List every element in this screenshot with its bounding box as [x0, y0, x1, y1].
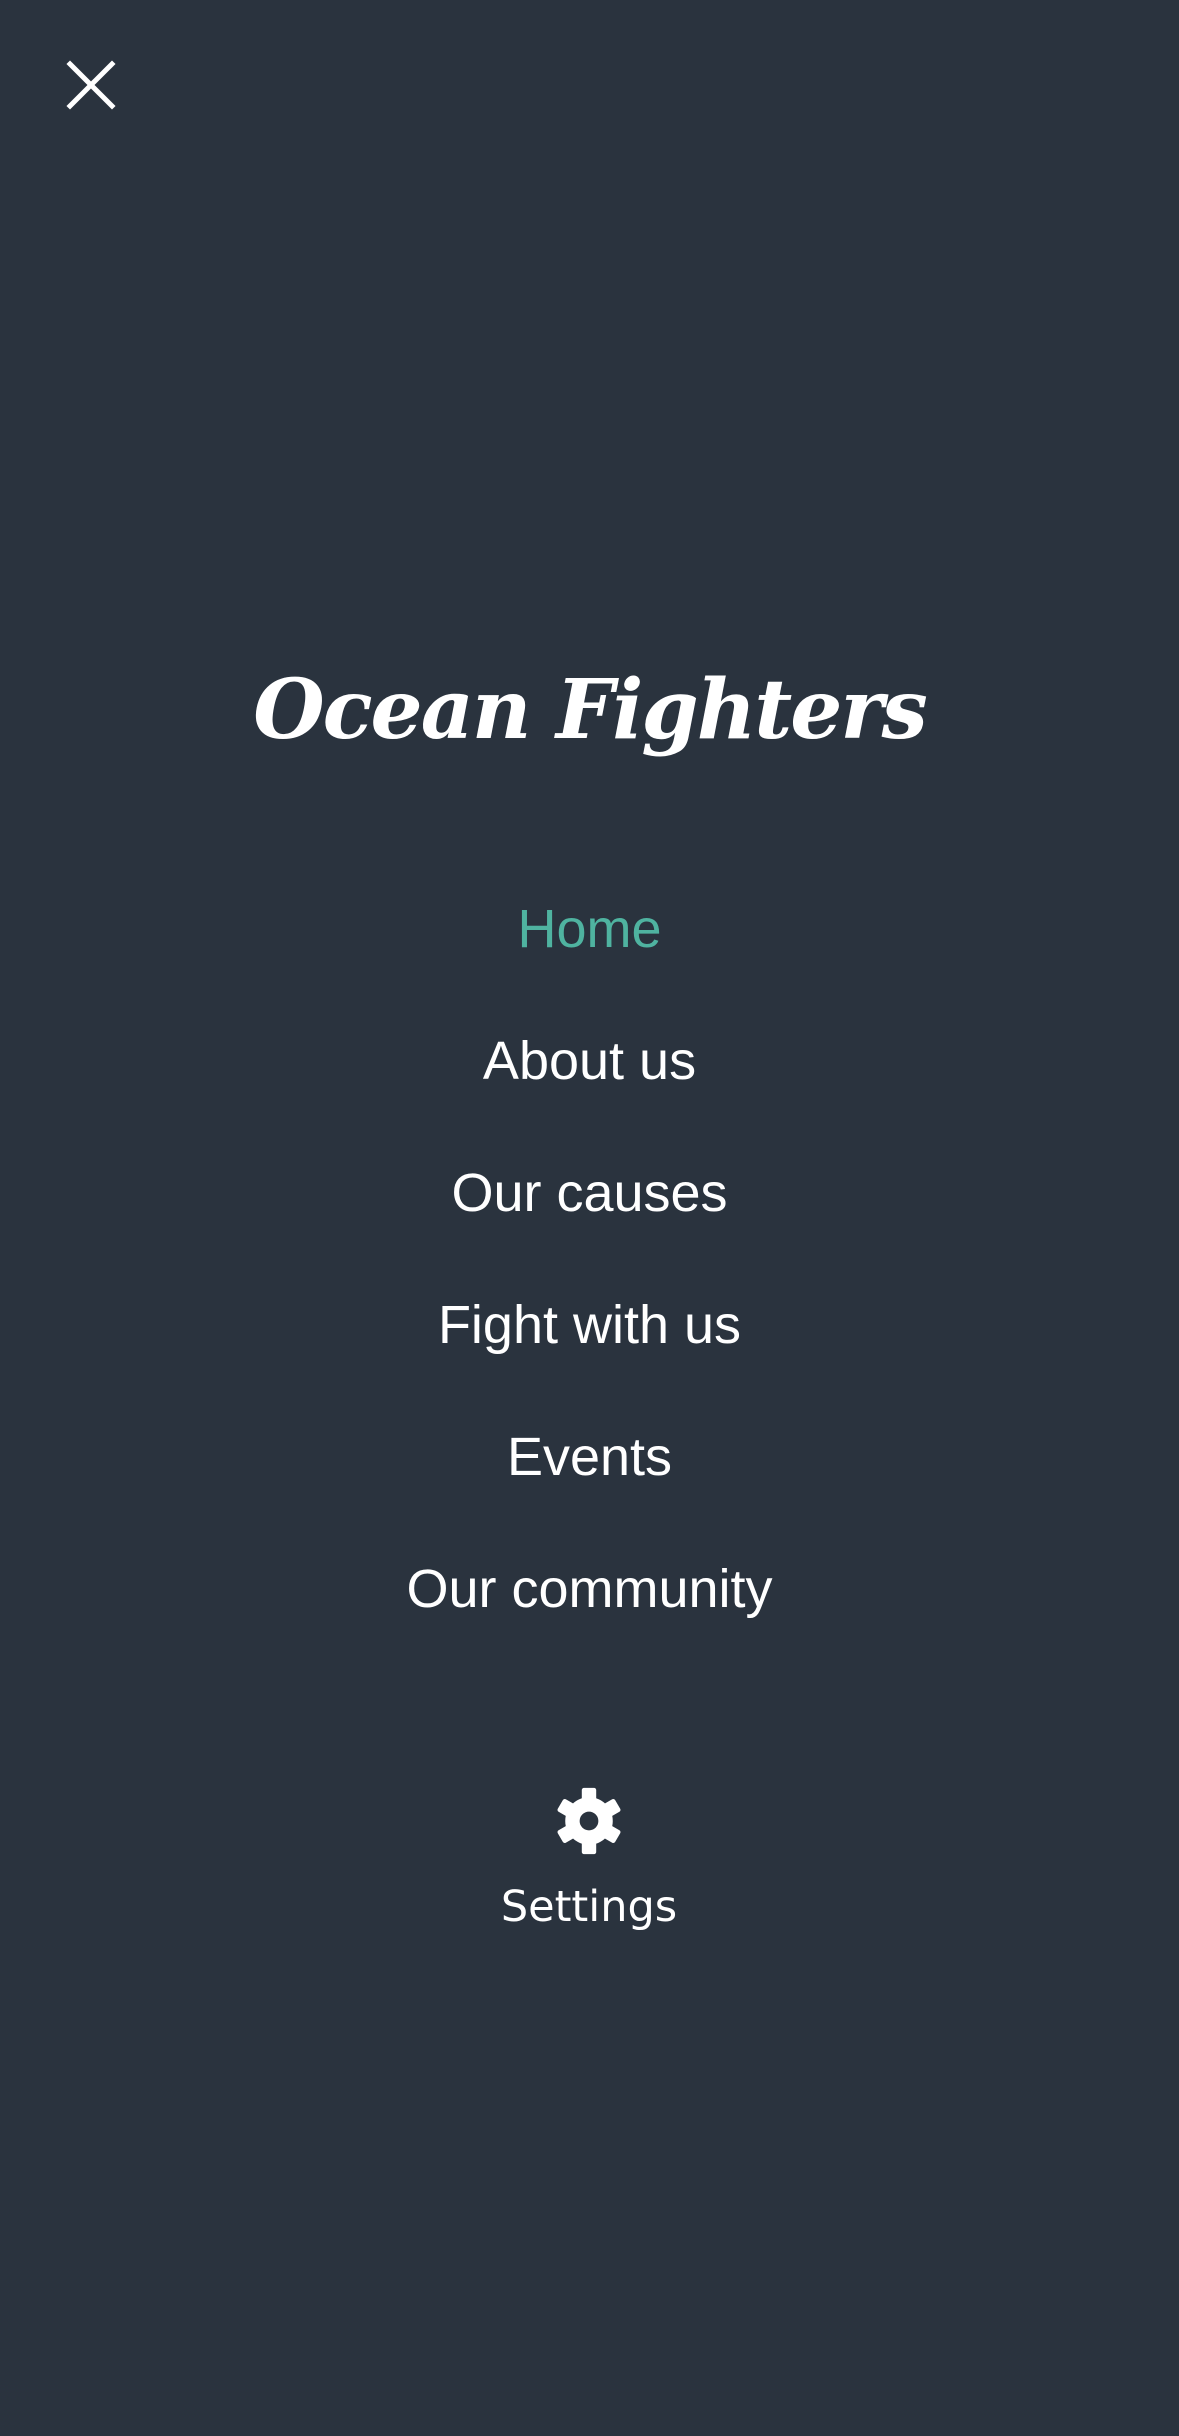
nav-item-about-us[interactable]: About us	[0, 1022, 1179, 1154]
main-nav: Home About us Our causes Fight with us E…	[0, 890, 1179, 1682]
nav-item-events[interactable]: Events	[0, 1418, 1179, 1550]
nav-item-home[interactable]: Home	[0, 890, 1179, 1022]
nav-item-our-causes[interactable]: Our causes	[0, 1154, 1179, 1286]
close-icon	[66, 60, 116, 110]
close-button[interactable]	[64, 58, 118, 112]
settings-label: Settings	[500, 1882, 678, 1932]
gear-icon	[557, 1787, 621, 1855]
brand-logo: Ocean Fighters	[253, 662, 928, 758]
nav-item-fight-with-us[interactable]: Fight with us	[0, 1286, 1179, 1418]
settings-button[interactable]: Settings	[439, 1785, 739, 1937]
nav-item-our-community[interactable]: Our community	[0, 1550, 1179, 1682]
